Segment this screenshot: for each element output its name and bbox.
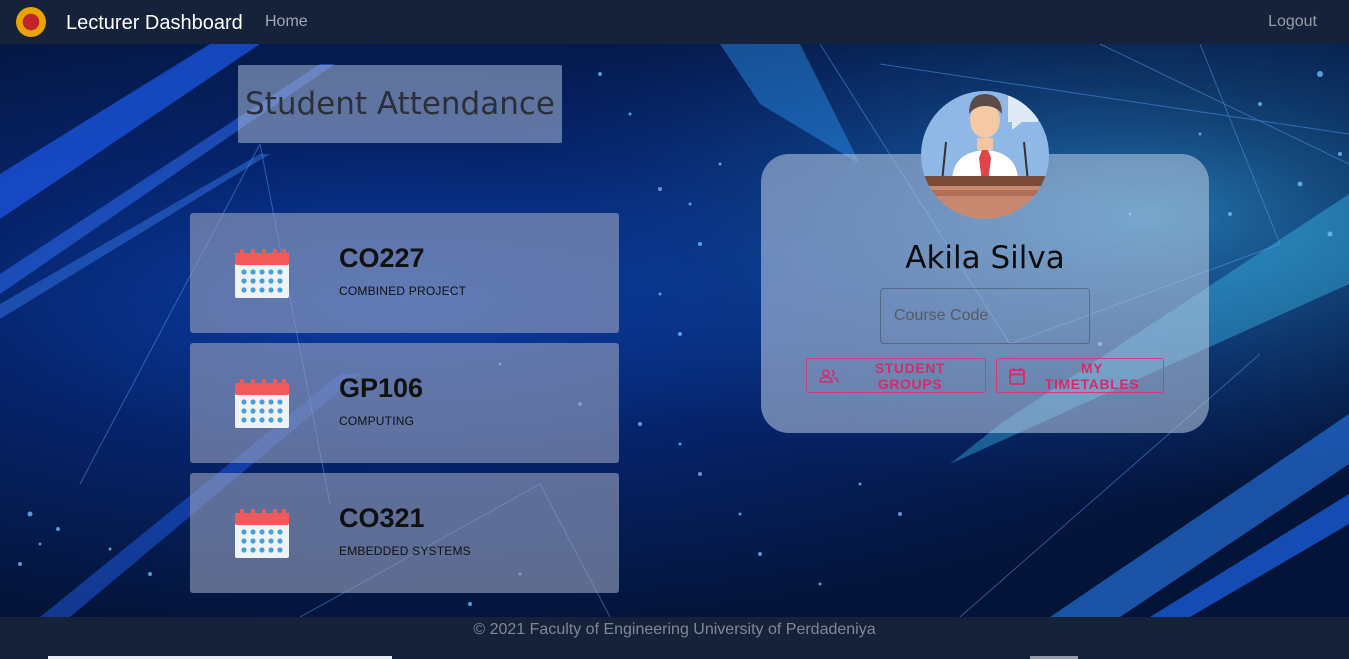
lecturer-name: Akila Silva [905, 240, 1065, 276]
calendar-icon [235, 249, 289, 298]
course-code: GP106 [339, 373, 424, 403]
lecturer-podium-avatar [921, 91, 1049, 219]
nav-home-link[interactable]: Home [265, 13, 308, 31]
course-code: CO321 [339, 503, 425, 533]
navbar: Lecturer Dashboard Home Logout [0, 0, 1349, 44]
users-icon [819, 368, 839, 383]
my-timetables-label: MY TIMETABLES [1044, 359, 1140, 392]
course-name: COMBINED PROJECT [339, 284, 467, 298]
course-code-input[interactable] [880, 288, 1090, 344]
my-timetables-button[interactable]: MY TIMETABLES [996, 358, 1164, 393]
course-code: CO227 [339, 243, 425, 273]
course-name: COMPUTING [339, 414, 415, 428]
course-card[interactable]: CO321 EMBEDDED SYSTEMS [190, 473, 619, 593]
calendar-icon [235, 509, 289, 558]
page-title-box: Student Attendance [238, 65, 562, 143]
footer-copyright: © 2021 Faculty of Engineering University… [473, 621, 876, 638]
university-crest-icon[interactable] [16, 7, 46, 37]
calendar-icon [235, 379, 289, 428]
footer: © 2021 Faculty of Engineering University… [0, 617, 1349, 659]
course-name: EMBEDDED SYSTEMS [339, 544, 471, 558]
course-card[interactable]: GP106 COMPUTING [190, 343, 619, 463]
student-groups-button[interactable]: STUDENT GROUPS [806, 358, 986, 393]
calendar-outline-icon [1009, 367, 1025, 385]
page-title: Student Attendance [244, 86, 555, 122]
student-groups-label: STUDENT GROUPS [874, 359, 946, 392]
course-card[interactable]: CO227 COMBINED PROJECT [190, 213, 619, 333]
brand-title[interactable]: Lecturer Dashboard [66, 12, 243, 35]
logout-link[interactable]: Logout [1268, 13, 1317, 31]
